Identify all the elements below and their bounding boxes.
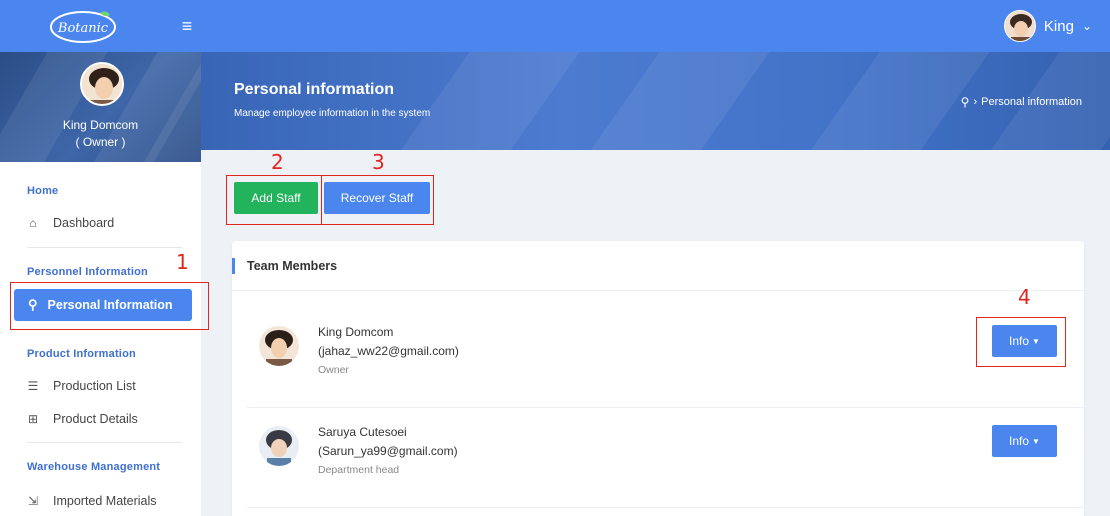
member-email: (jahaz_ww22@gmail.com): [318, 344, 459, 358]
divider: [27, 442, 182, 443]
brand-logo[interactable]: Botanic: [48, 7, 118, 45]
card-header: Team Members: [232, 241, 1084, 291]
info-dropdown-button[interactable]: Info ▼: [992, 325, 1057, 357]
avatar: [1003, 10, 1036, 42]
profile-role: ( Owner ): [75, 135, 126, 149]
info-label: Info: [1009, 434, 1030, 448]
sidebar-item-label: Imported Materials: [53, 494, 157, 508]
annotation-label-4: 4: [1018, 285, 1031, 309]
hamburger-icon[interactable]: ≡: [178, 16, 196, 36]
card-title: Team Members: [247, 259, 338, 273]
sidebar-item-production-list[interactable]: ☰ Production List: [27, 374, 136, 398]
breadcrumb-current[interactable]: Personal information: [981, 96, 1082, 108]
home-icon: ⌂: [29, 216, 37, 230]
page-header: Personal information Manage employee inf…: [201, 52, 1110, 150]
sidebar-item-label: Product Details: [53, 412, 138, 426]
sidebar-item-personal-information[interactable]: ⚲ Personal Information: [14, 289, 192, 321]
logo-text: Botanic: [57, 21, 109, 36]
member-email: (Sarun_ya99@gmail.com): [318, 444, 458, 458]
import-icon: ⇲: [27, 494, 39, 508]
nav-section-home: Home: [27, 185, 59, 197]
top-bar: Botanic ≡ King ⌄: [0, 0, 1110, 52]
user-icon: ⚲: [960, 95, 970, 109]
accent-bar: [232, 258, 235, 274]
member-name: Saruya Cutesoei: [318, 425, 407, 439]
page-title: Personal information: [234, 81, 395, 98]
team-members-card: Team Members King Domcom (jahaz_ww22@gma…: [232, 241, 1084, 516]
member-name: King Domcom: [318, 325, 394, 339]
info-dropdown-button[interactable]: Info ▼: [992, 425, 1057, 457]
sidebar-item-label: Production List: [53, 379, 136, 393]
member-role: Owner: [318, 364, 349, 376]
sidebar-item-product-details[interactable]: ⊞ Product Details: [27, 407, 138, 431]
nav-section-warehouse: Warehouse Management: [27, 461, 161, 473]
profile-banner: King Domcom ( Owner ): [0, 52, 201, 162]
sidebar-item-label: Personal Information: [47, 298, 173, 312]
nav-section-product: Product Information: [27, 348, 136, 360]
sidebar-item-dashboard[interactable]: ⌂ Dashboard: [27, 211, 114, 235]
breadcrumb: ⚲ › Personal information: [961, 95, 1082, 109]
logo-icon: Botanic: [50, 11, 116, 43]
profile-name: King Domcom: [62, 118, 139, 132]
add-staff-button[interactable]: Add Staff: [234, 182, 318, 214]
caret-down-icon: ▼: [1032, 436, 1040, 446]
user-name: King: [1043, 17, 1074, 35]
user-menu[interactable]: King ⌄: [1003, 9, 1092, 43]
list-icon: ☰: [27, 379, 39, 393]
recover-staff-button[interactable]: Recover Staff: [324, 182, 430, 214]
info-label: Info: [1009, 334, 1030, 348]
chevron-down-icon: ⌄: [1081, 19, 1092, 33]
avatar: [259, 426, 299, 466]
profile-avatar: [80, 62, 124, 106]
sidebar-item-imported-materials[interactable]: ⇲ Imported Materials: [27, 489, 157, 513]
caret-down-icon: ▼: [1032, 336, 1040, 346]
list-item: Saruya Cutesoei (Sarun_ya99@gmail.com) D…: [247, 408, 1084, 508]
user-icon: ⚲: [28, 297, 38, 312]
annotation-label-2: 2: [271, 150, 284, 174]
breadcrumb-separator: ›: [973, 96, 978, 108]
avatar: [259, 326, 299, 366]
page-subtitle: Manage employee information in the syste…: [234, 108, 431, 119]
nav-section-personnel: Personnel Information: [27, 266, 148, 278]
annotation-label-3: 3: [372, 150, 385, 174]
grid-icon: ⊞: [27, 412, 39, 426]
list-item: King Domcom (jahaz_ww22@gmail.com) Owner…: [247, 308, 1084, 408]
annotation-label-1: 1: [176, 250, 189, 274]
sidebar-item-label: Dashboard: [53, 216, 115, 230]
divider: [27, 247, 182, 248]
sidebar: King Domcom ( Owner ) Home ⌂ Dashboard P…: [0, 52, 201, 516]
member-role: Department head: [318, 464, 400, 476]
